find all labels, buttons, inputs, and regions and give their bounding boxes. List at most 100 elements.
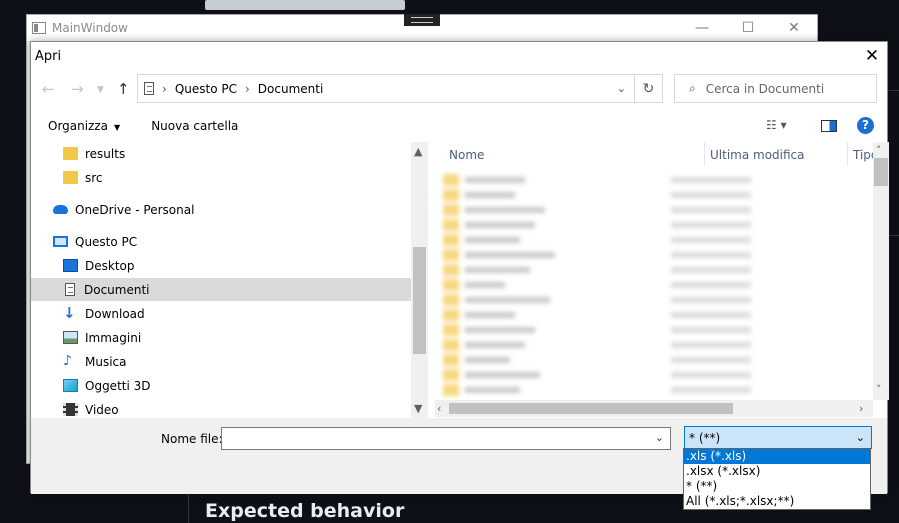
nav-item-label: Documenti (84, 282, 150, 297)
blurred-file-row (443, 294, 751, 306)
breadcrumb-item-questo-pc[interactable]: Questo PC (175, 82, 237, 96)
video-icon (63, 403, 78, 416)
navigation-scrollbar-thumb[interactable] (413, 247, 426, 354)
scroll-down-arrow-icon[interactable]: ˅ (876, 383, 882, 396)
chevron-down-icon[interactable]: ⌄ (655, 431, 664, 444)
file-list-vertical-scrollbar[interactable]: ˄ ˅ (873, 142, 889, 400)
file-type-dropdown-list: .xls (*.xls) .xlsx (*.xlsx) * (**) All (… (683, 448, 871, 510)
close-button[interactable]: ✕ (771, 20, 817, 36)
desktop-icon (63, 259, 78, 272)
new-folder-button[interactable]: Nuova cartella (151, 119, 238, 133)
blurred-file-row (443, 249, 751, 261)
nav-item-label: Immagini (85, 330, 142, 345)
nav-item-src[interactable]: src (63, 166, 103, 189)
document-icon (144, 82, 154, 95)
scrollbar-thumb[interactable] (449, 403, 733, 414)
background-heading (205, 0, 405, 10)
organize-button[interactable]: Organizza ▼ (48, 119, 120, 133)
search-box[interactable]: ⌕ Cerca in Documenti (674, 74, 877, 103)
main-window-title: MainWindow (52, 21, 128, 35)
file-type-option[interactable]: .xls (*.xls) (684, 449, 870, 464)
file-type-option[interactable]: * (**) (684, 479, 870, 494)
column-header-row: Nome ^ Ultima modifica Tipo (435, 142, 888, 167)
blurred-file-row (443, 219, 751, 231)
nav-item-label: Video (85, 402, 119, 417)
breadcrumb-separator-icon: › (244, 81, 250, 96)
nav-item-download[interactable]: ↓ Download (63, 302, 145, 325)
drag-handle[interactable] (404, 14, 440, 26)
search-icon: ⌕ (689, 81, 696, 95)
dialog-toolbar: Organizza ▼ Nuova cartella ☷ ▾ ? (31, 112, 887, 140)
scroll-right-arrow-icon[interactable]: › (859, 402, 863, 415)
scroll-up-arrow-icon[interactable]: ˄ (876, 144, 882, 157)
nav-item-video[interactable]: Video (63, 398, 119, 418)
music-icon: ♪ (63, 353, 72, 369)
preview-pane-icon[interactable] (821, 120, 837, 132)
back-arrow-icon[interactable]: ← (42, 80, 55, 98)
column-header-name[interactable]: Nome (449, 148, 484, 162)
blurred-file-row (443, 369, 751, 381)
blurred-file-row (443, 309, 751, 321)
blurred-file-row (443, 234, 751, 246)
help-icon[interactable]: ? (857, 117, 874, 134)
up-arrow-icon[interactable]: ↑ (117, 80, 130, 98)
download-icon: ↓ (63, 304, 76, 322)
nav-item-onedrive[interactable]: OneDrive - Personal (53, 198, 194, 221)
view-options-icon[interactable]: ☷ ▾ (766, 118, 787, 132)
file-type-select[interactable]: * (**) ⌄ (684, 426, 872, 449)
scroll-up-arrow-icon[interactable]: ▲ (414, 145, 422, 158)
pictures-icon (63, 331, 78, 344)
navigation-bar: ← → ▼ ↑ › Questo PC › Documenti ⌄ ↻ ⌕ Ce… (31, 74, 887, 106)
dialog-close-button[interactable]: ✕ (857, 46, 887, 66)
address-bar[interactable]: › Questo PC › Documenti ⌄ (137, 74, 635, 103)
recent-locations-chevron-icon[interactable]: ▼ (97, 85, 104, 95)
nav-item-results[interactable]: results (63, 142, 125, 165)
chevron-down-icon[interactable]: ⌄ (617, 82, 626, 95)
file-name-label: Nome file: (161, 432, 223, 446)
chevron-down-icon: ⌄ (855, 431, 865, 444)
blurred-file-row (443, 174, 751, 186)
navigation-pane: results src OneDrive - Personal Questo P… (31, 142, 428, 418)
nav-item-desktop[interactable]: Desktop (63, 254, 135, 277)
search-placeholder: Cerca in Documenti (705, 81, 825, 96)
scrollbar-thumb[interactable] (874, 158, 888, 186)
dialog-titlebar: Apri ✕ (31, 42, 887, 70)
blurred-file-row (443, 339, 751, 351)
3d-objects-icon (63, 379, 78, 392)
nav-item-questo-pc[interactable]: Questo PC (53, 230, 137, 253)
open-file-dialog: Apri ✕ ← → ▼ ↑ › Questo PC › Documenti ⌄… (30, 41, 889, 494)
file-type-selected-value: * (**) (689, 430, 721, 445)
column-divider (847, 142, 848, 166)
nav-item-musica[interactable]: ♪ Musica (63, 350, 127, 373)
refresh-button[interactable]: ↻ (635, 74, 663, 103)
nav-item-label: OneDrive - Personal (75, 202, 195, 217)
file-type-option[interactable]: All (*.xls;*.xlsx;**) (684, 494, 870, 509)
nav-item-label: Desktop (85, 258, 135, 273)
nav-item-documenti[interactable]: Documenti (31, 278, 411, 301)
file-list-horizontal-scrollbar[interactable]: ‹ › (435, 400, 873, 417)
nav-item-label: Musica (85, 354, 127, 369)
maximize-button[interactable]: ☐ (725, 20, 771, 36)
column-divider (704, 142, 705, 166)
scroll-left-arrow-icon[interactable]: ‹ (437, 402, 441, 415)
folder-icon (63, 147, 78, 160)
nav-item-label: Oggetti 3D (85, 378, 151, 393)
forward-arrow-icon[interactable]: → (71, 80, 84, 98)
dialog-title: Apri (35, 48, 62, 64)
breadcrumb-item-documenti[interactable]: Documenti (258, 82, 324, 96)
file-type-option[interactable]: .xlsx (*.xlsx) (684, 464, 870, 479)
file-name-input[interactable]: ⌄ (221, 427, 671, 450)
nav-item-label: Download (85, 306, 145, 321)
blurred-file-row (443, 189, 751, 201)
blurred-file-row (443, 204, 751, 216)
minimize-button[interactable]: — (679, 20, 725, 36)
refresh-icon: ↻ (642, 80, 655, 97)
nav-item-immagini[interactable]: Immagini (63, 326, 141, 349)
document-icon (65, 283, 75, 296)
column-header-modified[interactable]: Ultima modifica (710, 148, 805, 162)
blurred-file-row (443, 264, 751, 276)
folder-icon (63, 171, 78, 184)
background-section-heading: Expected behavior (205, 500, 405, 522)
scroll-down-arrow-icon[interactable]: ▼ (414, 402, 422, 415)
nav-item-oggetti-3d[interactable]: Oggetti 3D (63, 374, 151, 397)
